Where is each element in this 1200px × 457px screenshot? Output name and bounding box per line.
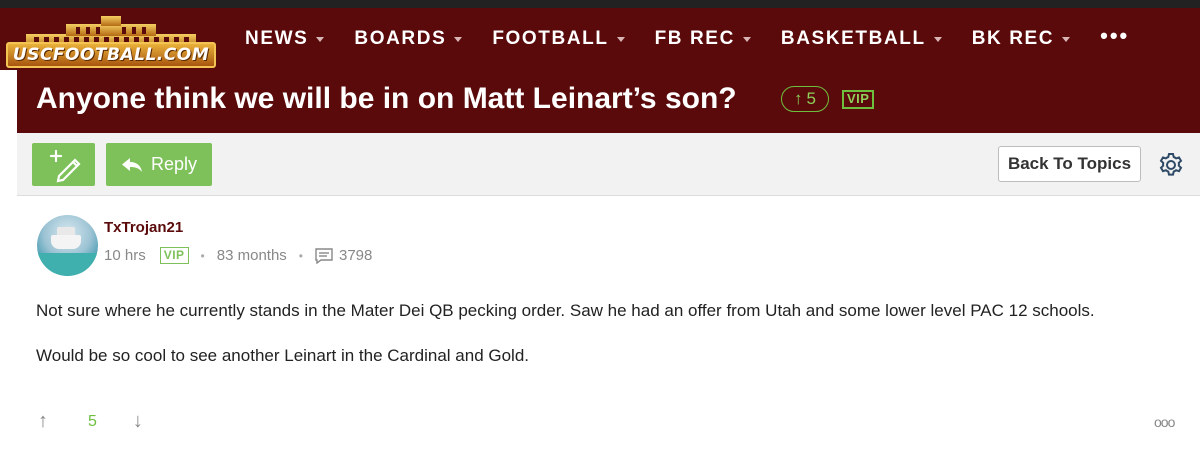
site-logo[interactable]: USCFOOTBALL.COM [6, 14, 216, 70]
nav-item-news[interactable]: NEWS [245, 28, 325, 50]
nav-item-label: FOOTBALL [492, 28, 609, 49]
post-vote-controls: ↑ 5 ↓ [38, 410, 143, 433]
nav-more-button[interactable]: ••• [1100, 23, 1129, 49]
new-topic-button[interactable] [32, 143, 95, 186]
vip-badge: VIP [159, 247, 189, 264]
post-meta: 10 hrs VIP • 83 months • 3798 [104, 247, 372, 264]
post-card: TxTrojan21 10 hrs VIP • 83 months • 3798… [17, 196, 1200, 457]
post-paragraph: Would be so cool to see another Leinart … [36, 346, 529, 365]
page-title: Anyone think we will be in on Matt Leina… [36, 82, 737, 115]
avatar-boat [51, 235, 81, 249]
top-navigation-bar: USCFOOTBALL.COM NEWS BOARDS FOOTBALL FB … [0, 0, 1200, 70]
message-count: 3798 [339, 247, 373, 264]
post-more-options-button[interactable]: ooo [1154, 414, 1175, 430]
post-vote-count: 5 [88, 412, 97, 430]
post-time: 10 hrs [104, 247, 146, 264]
nav-item-label: FB REC [654, 28, 735, 49]
chevron-down-icon [1062, 36, 1071, 42]
avatar-water [37, 253, 98, 276]
nav-item-basketball[interactable]: BASKETBALL [781, 28, 942, 50]
chevron-down-icon [616, 36, 625, 42]
chevron-down-icon [742, 36, 751, 42]
reply-arrow-icon [121, 157, 142, 172]
nav-item-fb-rec[interactable]: FB REC [655, 28, 751, 50]
separator-dot: • [298, 248, 303, 263]
back-to-topics-button[interactable]: Back To Topics [998, 146, 1141, 182]
post-paragraph: Not sure where he currently stands in th… [36, 301, 1095, 320]
thread-vote-badge: ↑ 5 [781, 86, 829, 112]
reply-button-label: Reply [150, 154, 198, 174]
message-count-icon [315, 247, 333, 264]
post-body: Not sure where he currently stands in th… [36, 300, 1186, 390]
upvote-arrow-icon[interactable]: ↑ [38, 410, 48, 433]
nav-item-bk-rec[interactable]: BK REC [971, 28, 1071, 50]
chevron-down-icon [933, 36, 942, 42]
separator-dot: • [200, 248, 205, 263]
gear-icon[interactable] [1158, 152, 1184, 178]
nav-item-boards[interactable]: BOARDS [354, 28, 463, 50]
chevron-down-icon [316, 36, 325, 42]
chevron-down-icon [454, 36, 463, 42]
avatar[interactable] [37, 215, 98, 276]
thread-header: Anyone think we will be in on Matt Leina… [17, 70, 1200, 133]
nav-item-label: BK REC [971, 28, 1055, 49]
nav-item-football[interactable]: FOOTBALL [492, 28, 625, 50]
downvote-arrow-icon[interactable]: ↓ [133, 410, 143, 433]
reply-button[interactable]: Reply [106, 143, 212, 186]
post-author[interactable]: TxTrojan21 [104, 219, 183, 236]
vip-badge: VIP [842, 90, 875, 109]
arrow-up-icon: ↑ [794, 89, 803, 108]
nav-item-label: BOARDS [354, 28, 447, 49]
nav-item-label: BASKETBALL [780, 28, 926, 49]
logo-wordmark: USCFOOTBALL.COM [6, 42, 216, 68]
thread-toolbar: Reply Back To Topics [17, 133, 1200, 196]
thread-vote-count: 5 [806, 89, 816, 108]
membership-duration: 83 months [216, 247, 287, 264]
compose-pen-icon [49, 149, 81, 183]
nav-item-label: NEWS [245, 28, 309, 49]
main-nav: NEWS BOARDS FOOTBALL FB REC BASKETBALL B… [245, 23, 1129, 52]
